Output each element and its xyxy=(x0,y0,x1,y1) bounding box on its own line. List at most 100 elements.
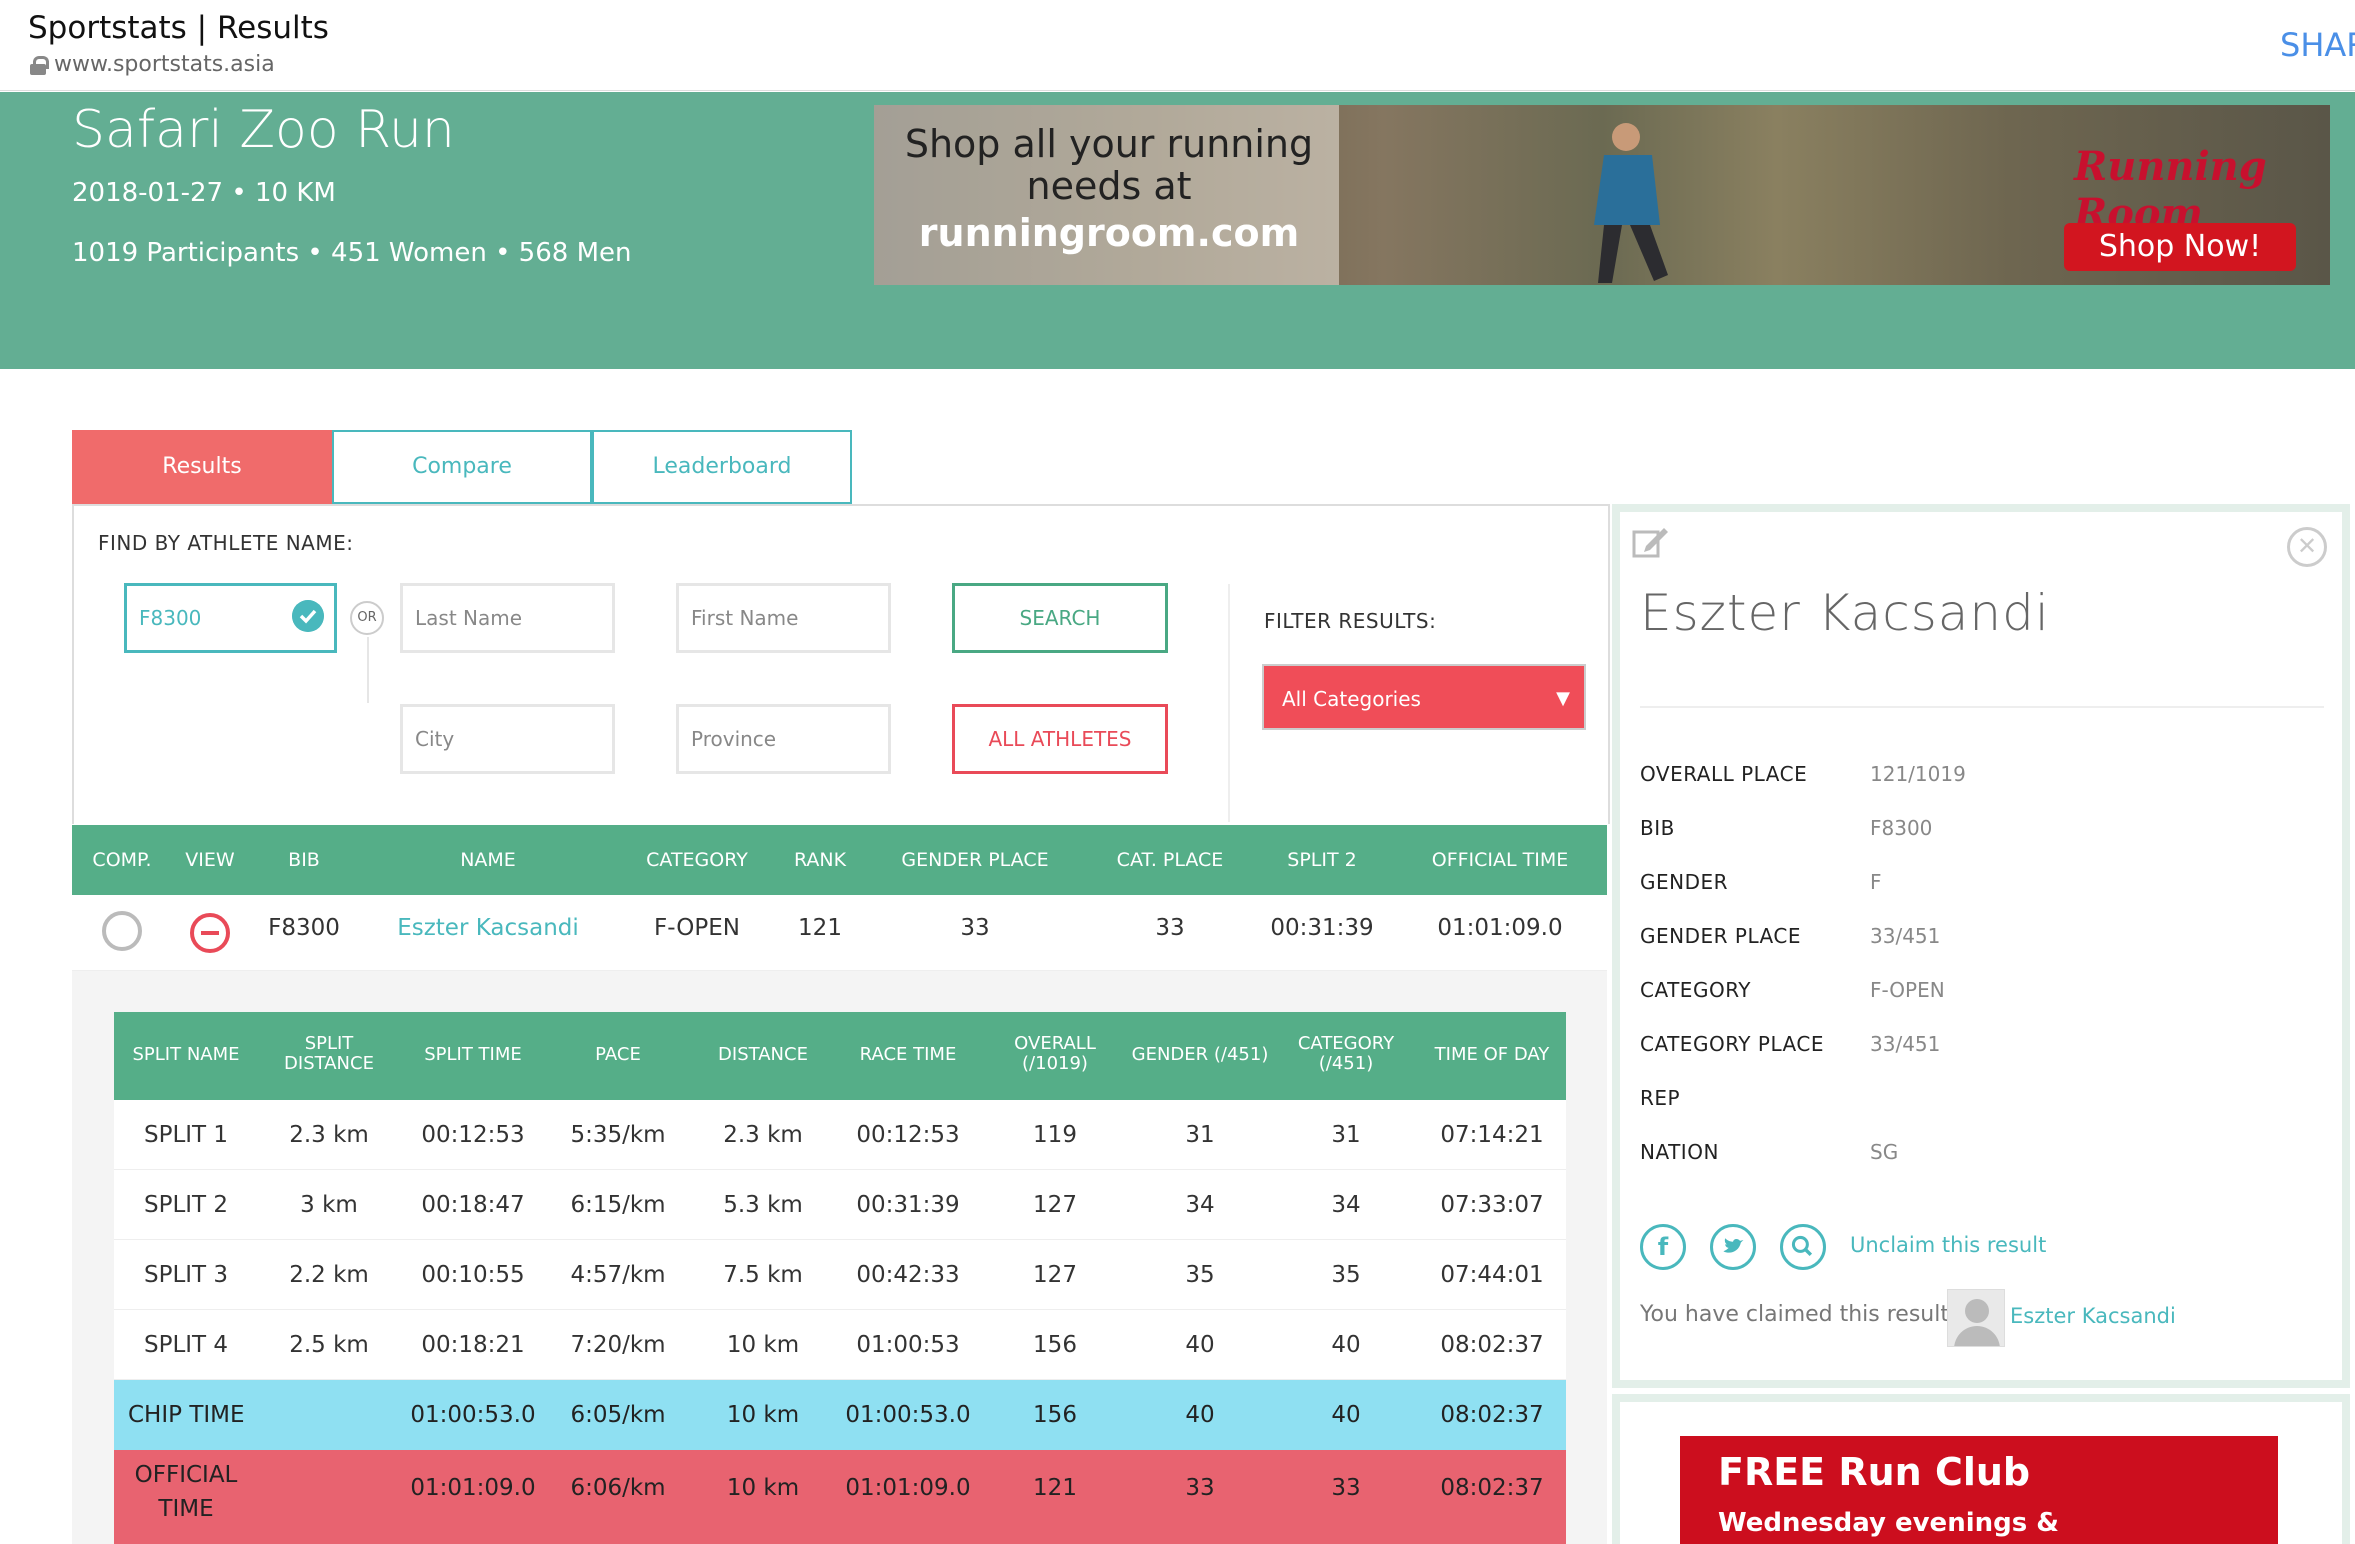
split-cell: 34 xyxy=(1331,1192,1361,1218)
split-cell: 2.5 km xyxy=(289,1332,369,1358)
search-button[interactable]: SEARCH xyxy=(952,583,1168,653)
split-cell: 119 xyxy=(1033,1122,1077,1148)
split-cell: 35 xyxy=(1185,1262,1215,1288)
chip-time-cell: 40 xyxy=(1185,1402,1215,1428)
detail-value: F-OPEN xyxy=(1870,978,1945,1002)
row-rank: 121 xyxy=(798,915,842,941)
col-gender-place[interactable]: GENDER PLACE xyxy=(880,849,1070,871)
browser-url[interactable]: www.sportstats.asia xyxy=(30,52,275,77)
province-input[interactable]: Province xyxy=(676,704,891,774)
unclaim-result-link[interactable]: Unclaim this result xyxy=(1850,1233,2046,1257)
detail-value: 121/1019 xyxy=(1870,762,1966,786)
row-bib: F8300 xyxy=(268,915,340,941)
col-rank[interactable]: RANK xyxy=(770,849,870,871)
athlete-name-link[interactable]: Eszter Kacsandi xyxy=(378,915,598,941)
avatar-body xyxy=(1954,1326,2000,1346)
split-cell: 00:12:53 xyxy=(421,1122,525,1148)
chip-time-cell: 156 xyxy=(1033,1402,1077,1428)
split-cell: 31 xyxy=(1331,1122,1361,1148)
close-icon[interactable]: ✕ xyxy=(2287,527,2327,567)
col-comp: COMP. xyxy=(92,849,152,871)
detail-label: REP xyxy=(1640,1086,1681,1110)
first-name-input[interactable]: First Name xyxy=(676,583,891,653)
split-col-header: RACE TIME xyxy=(859,1044,957,1065)
official-time-cell: 121 xyxy=(1033,1475,1077,1501)
shop-now-button[interactable]: Shop Now! xyxy=(2064,223,2296,271)
col-official-time[interactable]: OFFICIAL TIME xyxy=(1410,849,1590,871)
detail-label: GENDER PLACE xyxy=(1640,924,1801,948)
all-athletes-button[interactable]: ALL ATHLETES xyxy=(952,704,1168,774)
compare-radio[interactable] xyxy=(102,911,142,951)
split-col-header: TIME OF DAY xyxy=(1434,1044,1550,1065)
split-cell: 40 xyxy=(1331,1332,1361,1358)
split-cell: 00:12:53 xyxy=(856,1122,960,1148)
split-cell: 4:57/km xyxy=(570,1262,666,1288)
split-cell: 2.2 km xyxy=(289,1262,369,1288)
chevron-down-icon: ▼ xyxy=(1556,688,1570,709)
claimed-athlete-link[interactable]: Eszter Kacsandi xyxy=(2010,1304,2176,1328)
row-gender-place: 33 xyxy=(960,915,990,941)
ad-line-2: needs at xyxy=(1026,164,1192,208)
event-title: Safari Zoo Run xyxy=(72,100,455,160)
split-cell: 34 xyxy=(1185,1192,1215,1218)
browser-bar xyxy=(0,0,2355,91)
detail-label: CATEGORY xyxy=(1640,978,1752,1002)
split-cell: 00:10:55 xyxy=(421,1262,525,1288)
official-time-cell: 01:01:09.0 xyxy=(845,1475,971,1501)
share-link[interactable]: SHAR xyxy=(2280,26,2355,64)
collapse-icon[interactable] xyxy=(190,913,230,953)
official-time-cell: 10 km xyxy=(726,1475,800,1501)
edit-icon[interactable] xyxy=(1630,522,1670,562)
split-cell: 3 km xyxy=(300,1192,358,1218)
split-cell: 40 xyxy=(1185,1332,1215,1358)
athlete-name-heading: Eszter Kacsandi xyxy=(1640,584,2050,642)
split-cell: 5:35/km xyxy=(570,1122,666,1148)
twitter-icon[interactable] xyxy=(1710,1224,1756,1270)
ad-headline: Shop all your running needs at xyxy=(874,123,1344,207)
tab-leaderboard[interactable]: Leaderboard xyxy=(592,430,852,504)
category-select[interactable]: All Categories ▼ xyxy=(1262,664,1586,730)
official-time-cell: 6:06/km xyxy=(570,1475,666,1501)
split-cell: 00:18:47 xyxy=(421,1192,525,1218)
col-bib: BIB xyxy=(288,849,320,871)
claimed-text: You have claimed this result. xyxy=(1640,1302,1956,1327)
chip-time-cell: CHIP TIME xyxy=(128,1402,245,1428)
tab-results[interactable]: Results xyxy=(72,430,332,504)
facebook-icon[interactable]: f xyxy=(1640,1224,1686,1270)
search-icon[interactable] xyxy=(1780,1224,1826,1270)
col-name[interactable]: NAME xyxy=(398,849,578,871)
split-col-header: OVERALL (/1019) xyxy=(1014,1033,1096,1074)
split-cell: 08:02:37 xyxy=(1440,1332,1544,1358)
card-divider xyxy=(1640,706,2324,708)
split-cell: 00:42:33 xyxy=(856,1262,960,1288)
split-cell: SPLIT 1 xyxy=(143,1122,229,1148)
or-divider-line xyxy=(367,637,369,703)
tab-compare[interactable]: Compare xyxy=(332,430,592,504)
ad-url: runningroom.com xyxy=(918,211,1300,255)
split-cell: 01:00:53 xyxy=(856,1332,960,1358)
runner-photo xyxy=(1594,123,1668,283)
ad-banner[interactable]: Shop all your running needs at runningro… xyxy=(874,105,2330,285)
split-col-header: CATEGORY (/451) xyxy=(1297,1033,1395,1074)
split-cell: 7.5 km xyxy=(723,1262,803,1288)
split-cell: 127 xyxy=(1033,1192,1077,1218)
split-cell: 156 xyxy=(1033,1332,1077,1358)
row-category: F-OPEN xyxy=(654,915,740,941)
split-cell: 07:44:01 xyxy=(1440,1262,1544,1288)
detail-value: F xyxy=(1870,870,1882,894)
row-cat-place: 33 xyxy=(1155,915,1185,941)
last-name-input[interactable]: Last Name xyxy=(400,583,615,653)
or-badge: OR xyxy=(350,601,384,635)
official-time-cell: 08:02:37 xyxy=(1440,1475,1544,1501)
detail-value: 33/451 xyxy=(1870,924,1941,948)
split-cell: 2.3 km xyxy=(289,1122,369,1148)
ad-line-1: Shop all your running xyxy=(904,122,1314,166)
col-category[interactable]: CATEGORY xyxy=(622,849,772,871)
split-cell: 35 xyxy=(1331,1262,1361,1288)
official-time-cell: 01:01:09.0 xyxy=(410,1475,536,1501)
city-input[interactable]: City xyxy=(400,704,615,774)
chip-time-cell: 6:05/km xyxy=(570,1402,666,1428)
col-cat-place[interactable]: CAT. PLACE xyxy=(1090,849,1250,871)
split-cell: 07:33:07 xyxy=(1440,1192,1544,1218)
col-split-2[interactable]: SPLIT 2 xyxy=(1262,849,1382,871)
